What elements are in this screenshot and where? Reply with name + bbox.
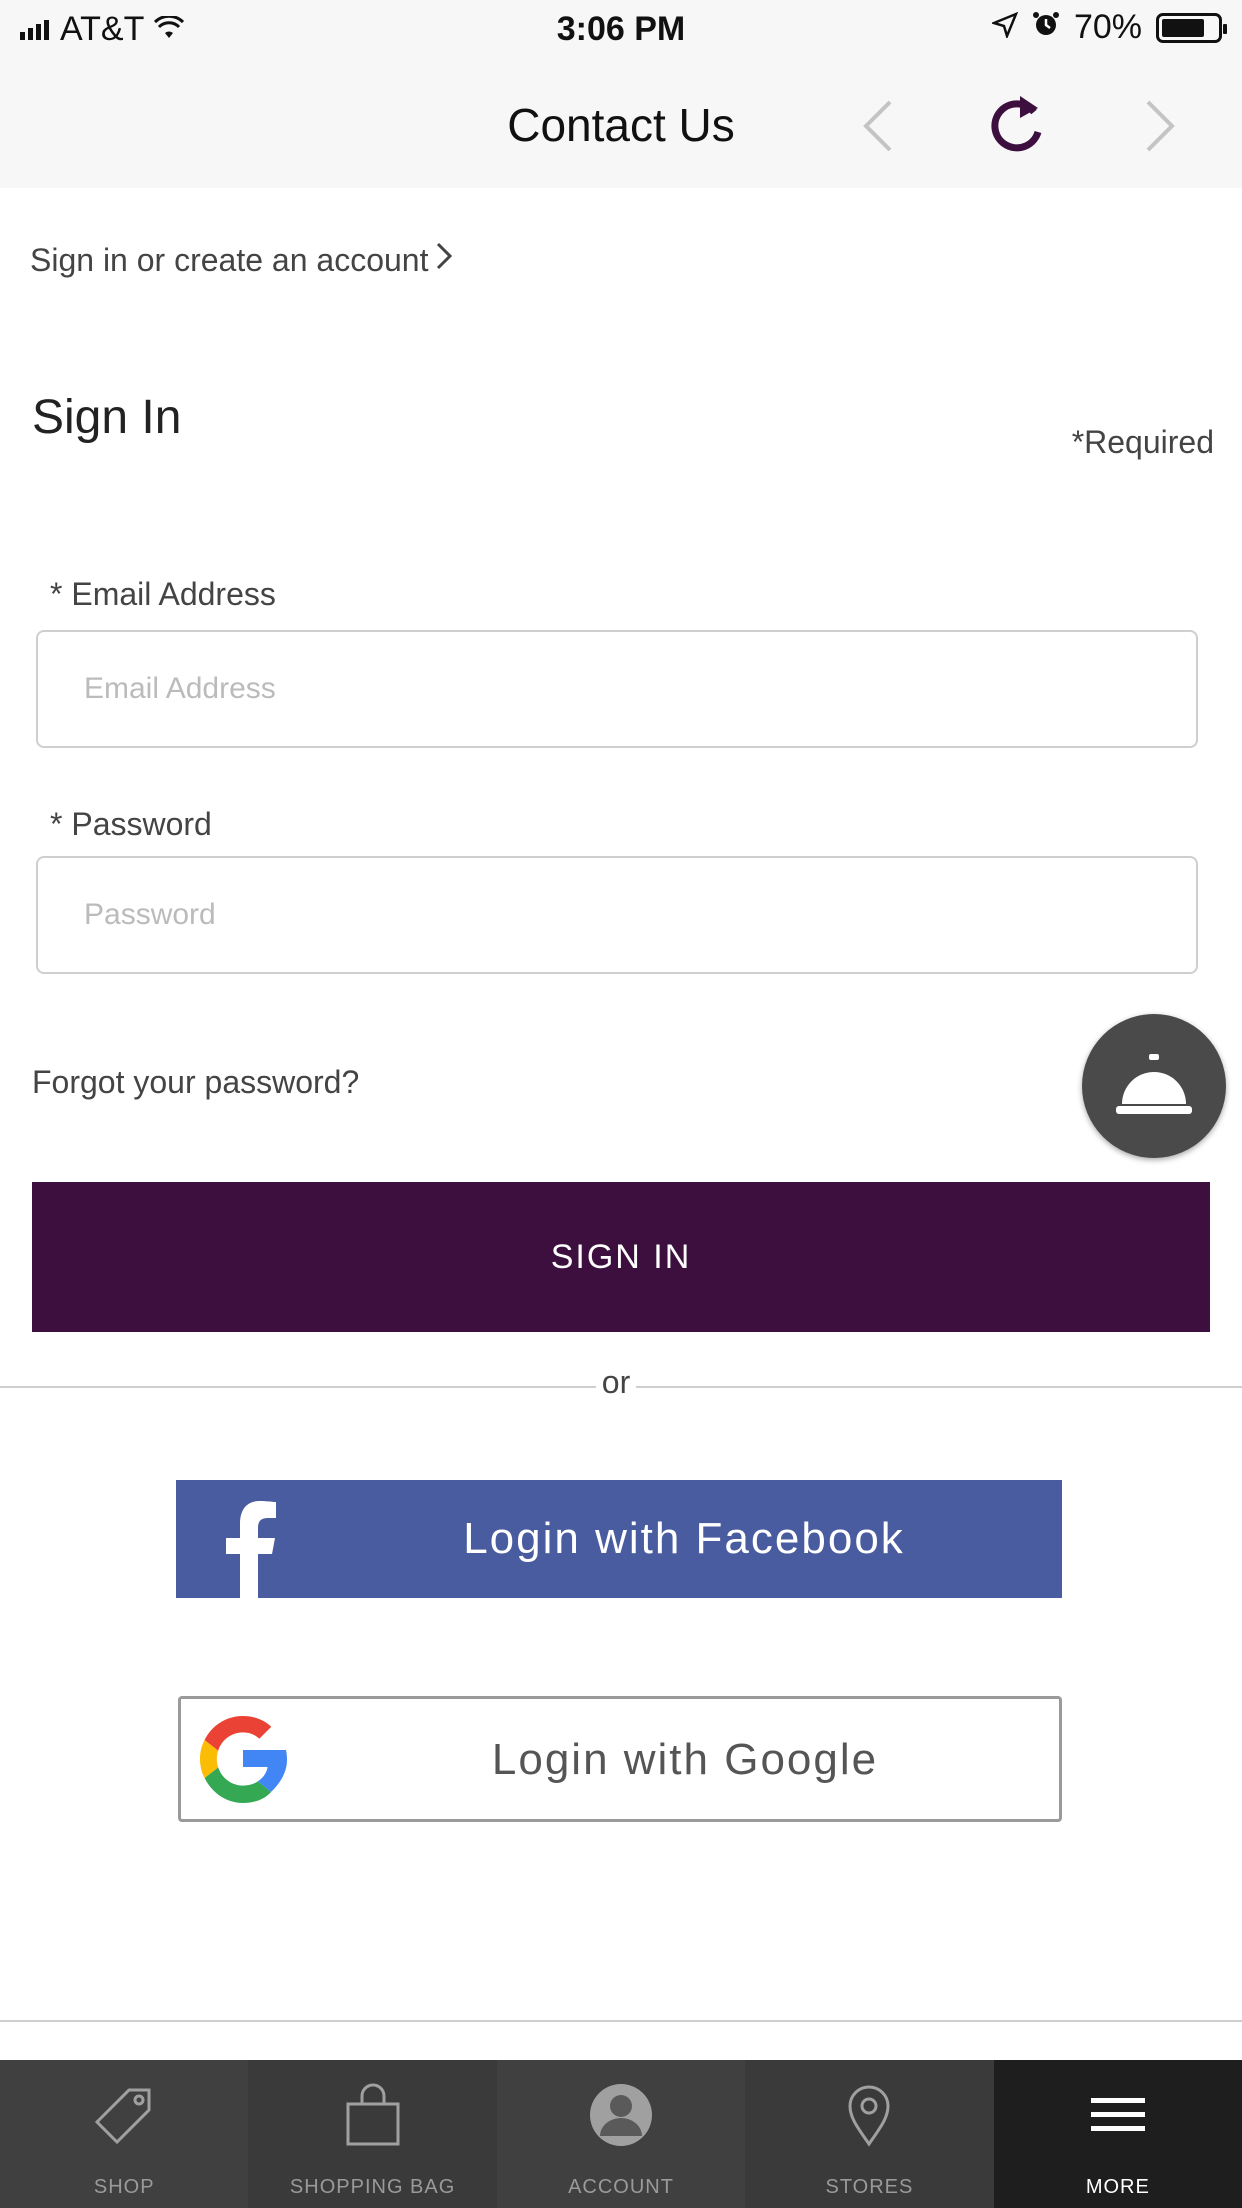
tab-stores[interactable]: STORES xyxy=(745,2060,993,2208)
password-label: * Password xyxy=(50,806,212,842)
page-title: Sign In xyxy=(32,391,182,444)
login-google-button[interactable]: Login with Google xyxy=(178,1696,1062,1822)
bag-icon xyxy=(340,2082,406,2153)
concierge-bell-button[interactable] xyxy=(1082,1014,1226,1158)
sign-in-button[interactable]: SIGN IN xyxy=(32,1182,1210,1332)
bottom-tab-bar: SHOP SHOPPING BAG ACCOUNT STORES MORE xyxy=(0,2060,1242,2208)
person-icon xyxy=(588,2082,654,2153)
alarm-icon xyxy=(1032,8,1060,47)
battery-percent: 70% xyxy=(1073,8,1142,46)
email-label: * Email Address xyxy=(50,576,276,612)
tab-stores-label: STORES xyxy=(825,2176,914,2198)
tab-shop-label: SHOP xyxy=(93,2176,155,2198)
breadcrumb-label: Sign in or create an account xyxy=(30,241,429,278)
forward-arrow-icon[interactable] xyxy=(1140,96,1180,156)
status-right-group: 70% xyxy=(990,8,1227,47)
tag-icon xyxy=(91,2082,157,2153)
page-header-title: Contact Us xyxy=(507,99,735,151)
location-pin-icon xyxy=(836,2082,902,2153)
tab-shopping-bag[interactable]: SHOPPING BAG xyxy=(248,2060,496,2208)
email-field[interactable] xyxy=(36,630,1198,748)
tab-more[interactable]: MORE xyxy=(993,2060,1242,2208)
forgot-password-link[interactable]: Forgot your password? xyxy=(32,1064,359,1101)
breadcrumb[interactable]: Sign in or create an account xyxy=(30,240,454,280)
login-facebook-button[interactable]: Login with Facebook xyxy=(176,1480,1062,1598)
battery-icon xyxy=(1156,12,1227,43)
footer-divider xyxy=(0,2020,1242,2022)
reload-icon[interactable] xyxy=(990,92,1046,156)
required-note: *Required xyxy=(1071,424,1214,460)
tab-shop[interactable]: SHOP xyxy=(0,2060,249,2208)
google-button-label: Login with Google xyxy=(491,1735,879,1784)
tab-shopping-bag-label: SHOPPING BAG xyxy=(289,2176,456,2198)
status-bar: AT&T 3:06 PM 70% xyxy=(0,0,1242,56)
tab-account-label: ACCOUNT xyxy=(568,2176,674,2198)
facebook-button-label: Login with Facebook xyxy=(463,1514,905,1563)
tab-more-label: MORE xyxy=(1085,2176,1150,2198)
navigation-bar: Contact Us xyxy=(0,56,1242,188)
google-icon xyxy=(187,1703,299,1826)
chevron-right-icon xyxy=(434,240,454,280)
email-input[interactable] xyxy=(38,632,1196,746)
or-text: or xyxy=(596,1364,636,1401)
password-input[interactable] xyxy=(38,858,1196,972)
facebook-icon xyxy=(220,1494,280,1609)
password-field[interactable] xyxy=(36,856,1198,974)
location-arrow-icon xyxy=(990,8,1019,47)
menu-icon xyxy=(1085,2082,1151,2153)
tab-account[interactable]: ACCOUNT xyxy=(496,2060,746,2208)
back-arrow-icon[interactable] xyxy=(858,96,898,156)
